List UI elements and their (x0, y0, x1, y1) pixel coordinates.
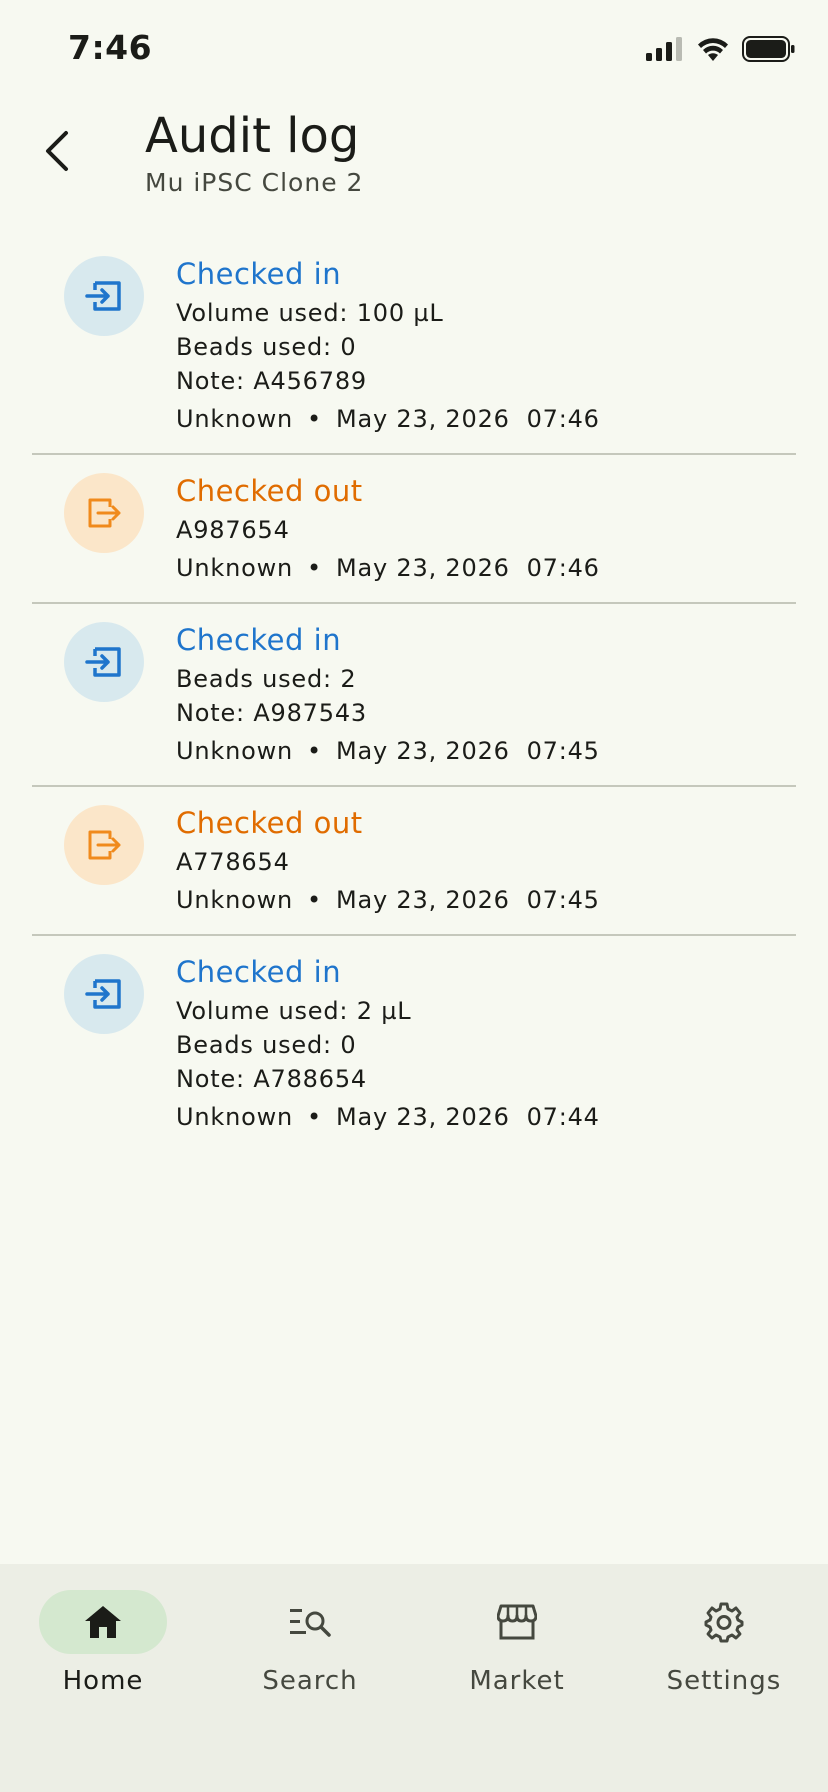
entry-body: Checked in Beads used: 2 Note: A987543 Unkn… (176, 620, 796, 768)
nav-item-home[interactable]: Home (13, 1590, 193, 1696)
entry-separator: • (307, 1103, 322, 1131)
entry-user: Unknown (176, 554, 294, 582)
entry-detail: Note: A788654 (176, 1065, 367, 1093)
check-in-avatar (64, 622, 144, 702)
page-title: Audit log (145, 108, 360, 164)
bottom-navigation: Home Search Market Settings (0, 1564, 828, 1792)
check-out-icon (88, 830, 121, 860)
nav-label-settings: Settings (666, 1666, 782, 1696)
entry-separator: • (307, 405, 322, 433)
audit-log-entry[interactable]: Checked out A778654 Unknown • May 23, 2026 0… (32, 787, 796, 936)
nav-pill-settings (660, 1590, 788, 1654)
nav-pill-market (453, 1590, 581, 1654)
signal-icon (646, 37, 682, 61)
back-button[interactable] (28, 118, 86, 184)
status-time: 7:46 (68, 28, 153, 67)
nav-item-market[interactable]: Market (427, 1590, 607, 1696)
top-app-bar: Audit log Mu iPSC Clone 2 (0, 100, 828, 210)
check-in-icon (85, 979, 121, 1009)
entry-timestamp: May 23, 2026 07:46 (335, 554, 600, 582)
check-out-icon (88, 498, 121, 528)
chevron-left-icon (46, 131, 68, 171)
entry-timestamp: May 23, 2026 07:46 (335, 405, 600, 433)
entry-detail: Note: A987543 (176, 699, 367, 727)
check-in-icon (85, 281, 121, 311)
entry-detail: A778654 (176, 848, 290, 876)
check-in-avatar (64, 954, 144, 1034)
nav-label-home: Home (62, 1666, 144, 1696)
entry-title: Checked out (176, 806, 363, 840)
nav-pill-search (246, 1590, 374, 1654)
audit-log-list: Checked in Volume used: 100 µL Beads used:… (32, 238, 796, 1151)
wifi-icon (698, 38, 728, 61)
status-icons (646, 36, 796, 62)
entry-detail: A987654 (176, 516, 290, 544)
entry-title: Checked out (176, 474, 363, 508)
entry-meta: Unknown • May 23, 2026 07:46 (176, 402, 796, 436)
nav-label-search: Search (262, 1666, 358, 1696)
entry-separator: • (307, 554, 322, 582)
nav-item-search[interactable]: Search (220, 1590, 400, 1696)
audit-log-entry[interactable]: Checked in Volume used: 2 µL Beads used: 0… (32, 936, 796, 1151)
entry-title: Checked in (176, 955, 342, 989)
check-in-icon (85, 647, 121, 677)
nav-item-settings[interactable]: Settings (634, 1590, 814, 1696)
entry-title: Checked in (176, 257, 342, 291)
entry-timestamp: May 23, 2026 07:44 (335, 1103, 600, 1131)
audit-log-entry[interactable]: Checked in Volume used: 100 µL Beads used:… (32, 238, 796, 455)
entry-timestamp: May 23, 2026 07:45 (335, 737, 600, 765)
entry-detail: Note: A456789 (176, 367, 367, 395)
entry-detail: Volume used: 100 µL (176, 299, 444, 327)
home-icon (85, 1606, 121, 1638)
nav-label-market: Market (469, 1666, 565, 1696)
entry-separator: • (307, 886, 322, 914)
status-bar: 7:46 (0, 0, 828, 100)
check-in-avatar (64, 256, 144, 336)
entry-meta: Unknown • May 23, 2026 07:45 (176, 734, 796, 768)
entry-body: Checked out A987654 Unknown • May 23, 2026 0… (176, 471, 796, 585)
entry-separator: • (307, 737, 322, 765)
entry-meta: Unknown • May 23, 2026 07:44 (176, 1100, 796, 1134)
entry-detail: Beads used: 0 (176, 333, 357, 361)
entry-user: Unknown (176, 737, 294, 765)
entry-title: Checked in (176, 623, 342, 657)
entry-body: Checked out A778654 Unknown • May 23, 2026 0… (176, 803, 796, 917)
nav-pill-home (39, 1590, 167, 1654)
gear-icon (704, 1602, 744, 1643)
page-subtitle: Mu iPSC Clone 2 (145, 168, 364, 197)
entry-user: Unknown (176, 405, 294, 433)
entry-meta: Unknown • May 23, 2026 07:46 (176, 551, 796, 585)
entry-timestamp: May 23, 2026 07:45 (335, 886, 600, 914)
entry-detail: Beads used: 0 (176, 1031, 357, 1059)
audit-log-entry[interactable]: Checked out A987654 Unknown • May 23, 2026 0… (32, 455, 796, 604)
entry-user: Unknown (176, 886, 294, 914)
entry-meta: Unknown • May 23, 2026 07:45 (176, 883, 796, 917)
entry-body: Checked in Volume used: 100 µL Beads used:… (176, 254, 796, 436)
battery-icon (742, 36, 795, 62)
check-out-avatar (64, 805, 144, 885)
entry-detail: Volume used: 2 µL (176, 997, 412, 1025)
entry-detail: Beads used: 2 (176, 665, 357, 693)
storefront-icon (497, 1604, 537, 1640)
audit-log-entry[interactable]: Checked in Beads used: 2 Note: A987543 Unkn… (32, 604, 796, 787)
entry-body: Checked in Volume used: 2 µL Beads used: 0… (176, 952, 796, 1134)
entry-user: Unknown (176, 1103, 294, 1131)
search-list-icon (290, 1609, 331, 1637)
check-out-avatar (64, 473, 144, 553)
